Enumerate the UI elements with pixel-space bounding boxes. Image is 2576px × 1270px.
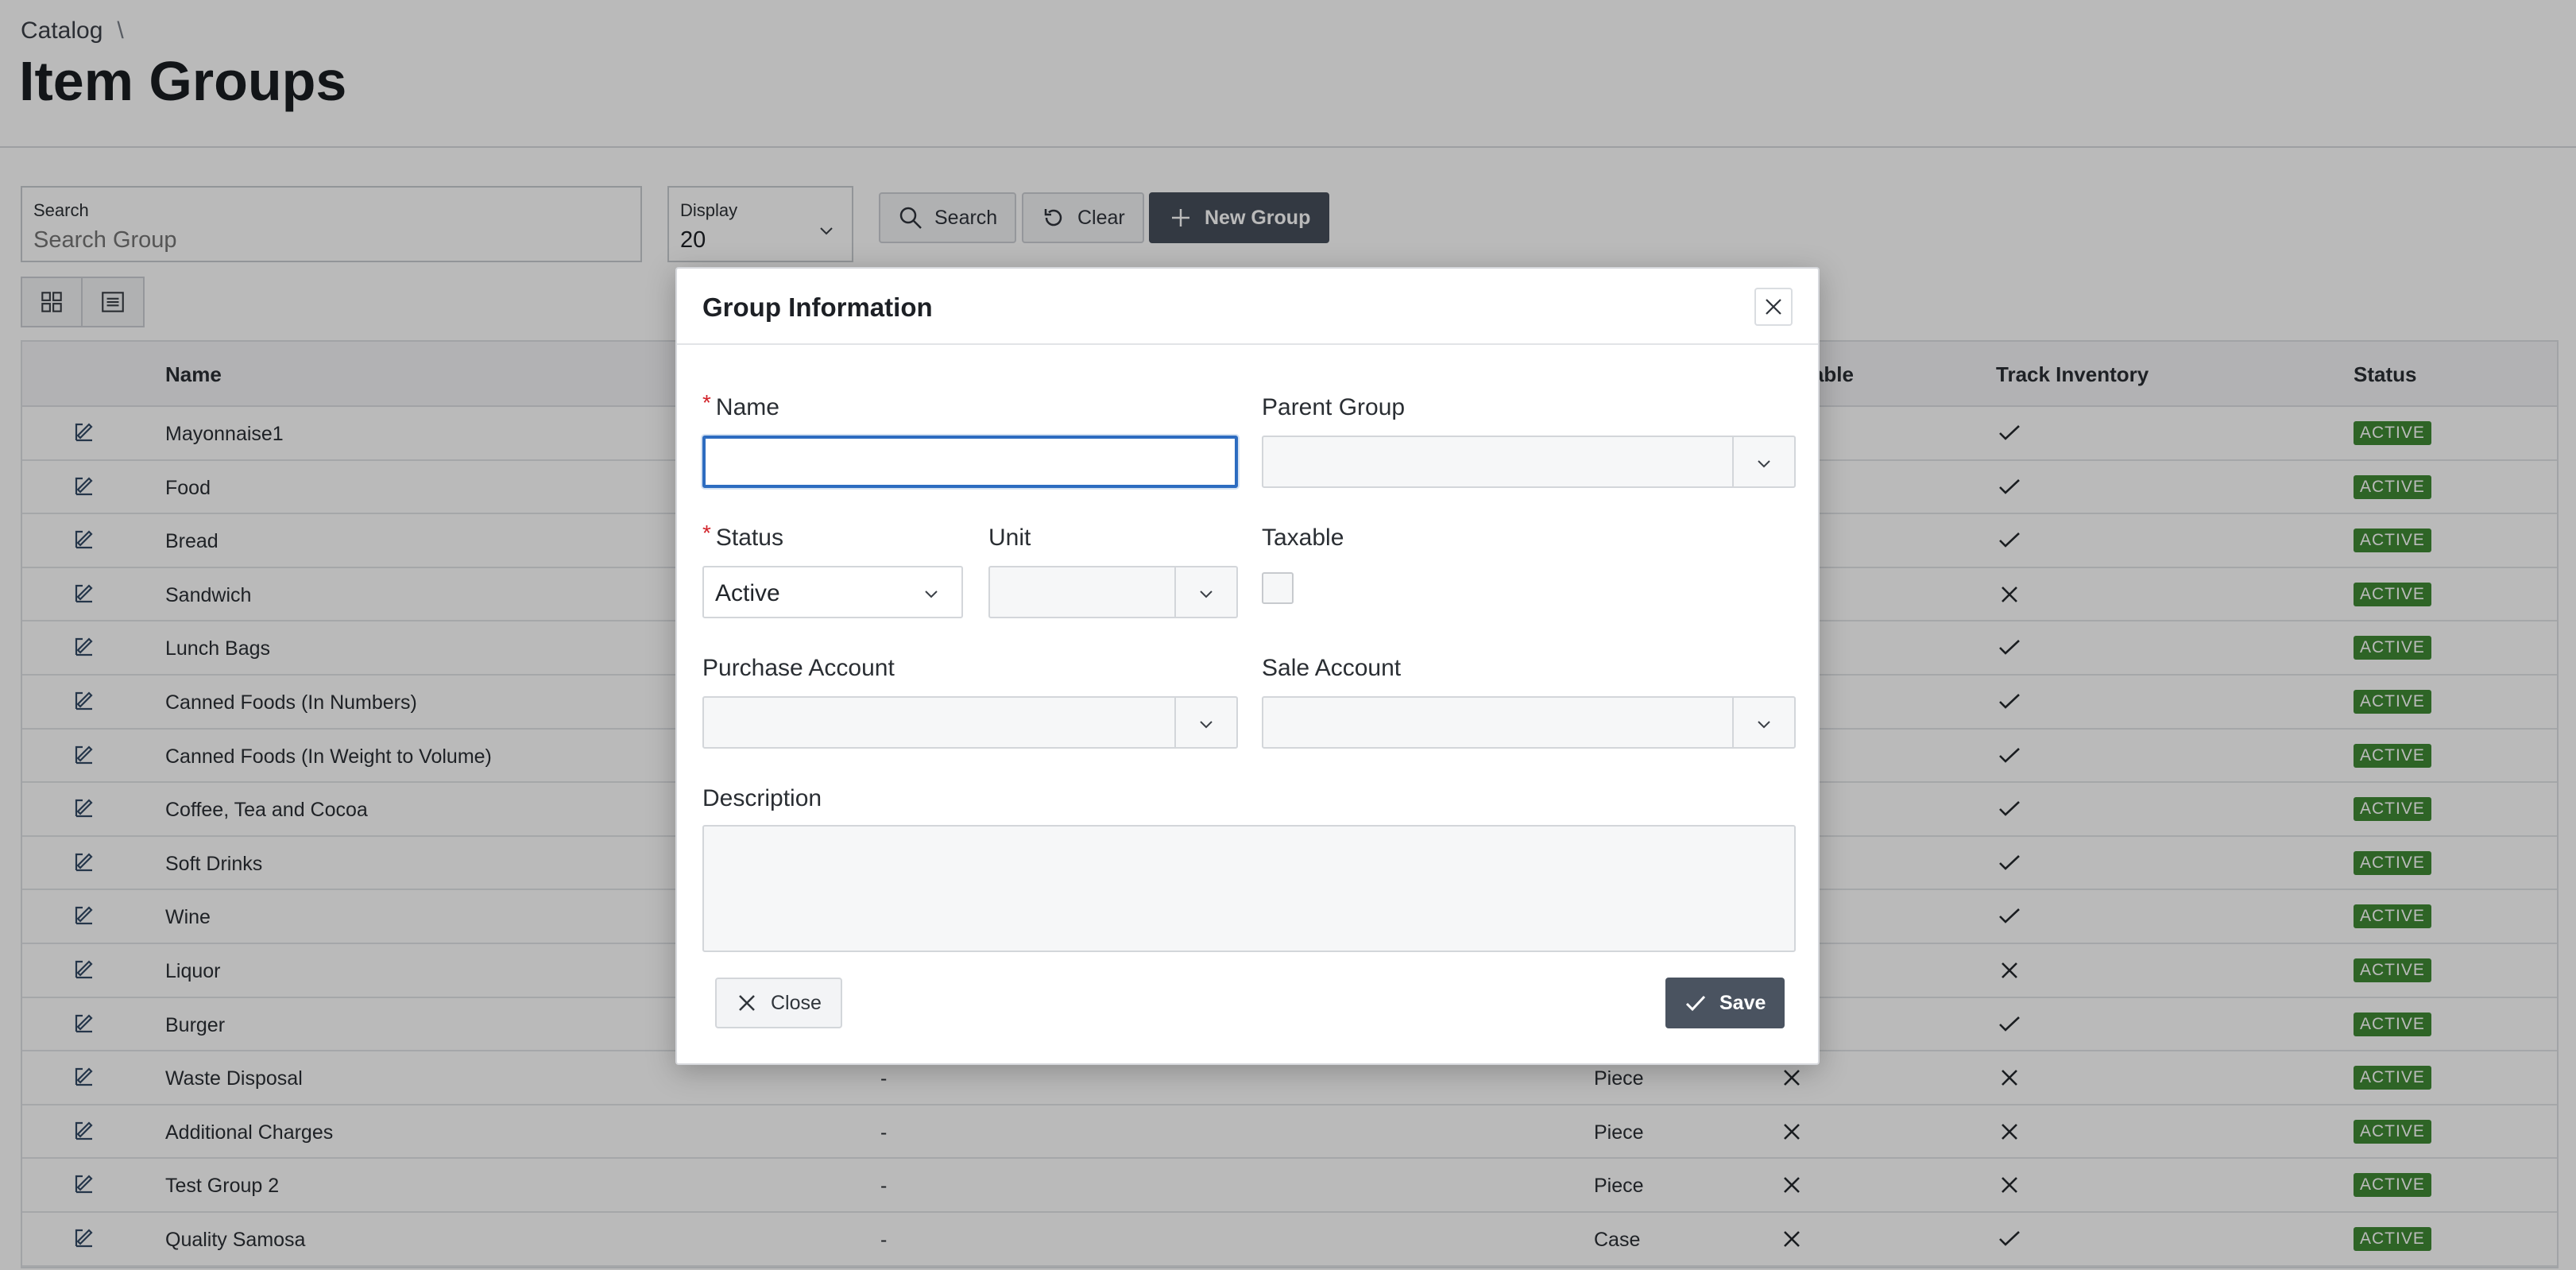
purchase-account-label: Purchase Account: [702, 655, 895, 681]
status-select[interactable]: Active: [702, 566, 963, 618]
chevron-down-icon: [925, 590, 938, 598]
group-information-dialog: Group Information * Name Parent Group * St…: [675, 267, 1820, 1065]
close-button[interactable]: Close: [715, 978, 842, 1028]
purchase-account-select[interactable]: [702, 696, 1238, 749]
taxable-checkbox[interactable]: [1262, 572, 1294, 604]
parent-group-label: Parent Group: [1262, 394, 1406, 420]
status-value: Active: [715, 580, 780, 606]
sale-account-select[interactable]: [1262, 696, 1796, 749]
modal-header: Group Information: [677, 269, 1818, 345]
close-icon: [1766, 299, 1781, 315]
check-icon: [1685, 995, 1706, 1012]
name-input[interactable]: [702, 436, 1238, 488]
description-label: Description: [702, 785, 822, 811]
select-divider: [1732, 437, 1734, 486]
taxable-label: Taxable: [1262, 525, 1344, 551]
select-divider: [1174, 698, 1176, 747]
select-divider: [1174, 567, 1176, 617]
chevron-down-icon: [1200, 721, 1213, 729]
save-button[interactable]: Save: [1665, 978, 1785, 1028]
close-icon: [739, 995, 755, 1011]
close-button-label: Close: [771, 991, 822, 1014]
required-marker: *: [702, 390, 711, 415]
name-label: * Name: [702, 390, 779, 420]
sale-account-label: Sale Account: [1262, 655, 1402, 681]
status-label: * Status: [702, 521, 783, 551]
unit-select[interactable]: [988, 566, 1238, 618]
required-marker: *: [702, 521, 711, 545]
chevron-down-icon: [1758, 460, 1770, 468]
save-button-label: Save: [1719, 991, 1766, 1014]
parent-group-select[interactable]: [1262, 436, 1796, 488]
chevron-down-icon: [1200, 590, 1213, 598]
modal-close-button[interactable]: [1754, 288, 1793, 326]
modal-title: Group Information: [702, 292, 933, 322]
unit-label: Unit: [988, 525, 1031, 551]
chevron-down-icon: [1758, 721, 1770, 729]
description-textarea[interactable]: [702, 825, 1796, 952]
select-divider: [1732, 698, 1734, 747]
